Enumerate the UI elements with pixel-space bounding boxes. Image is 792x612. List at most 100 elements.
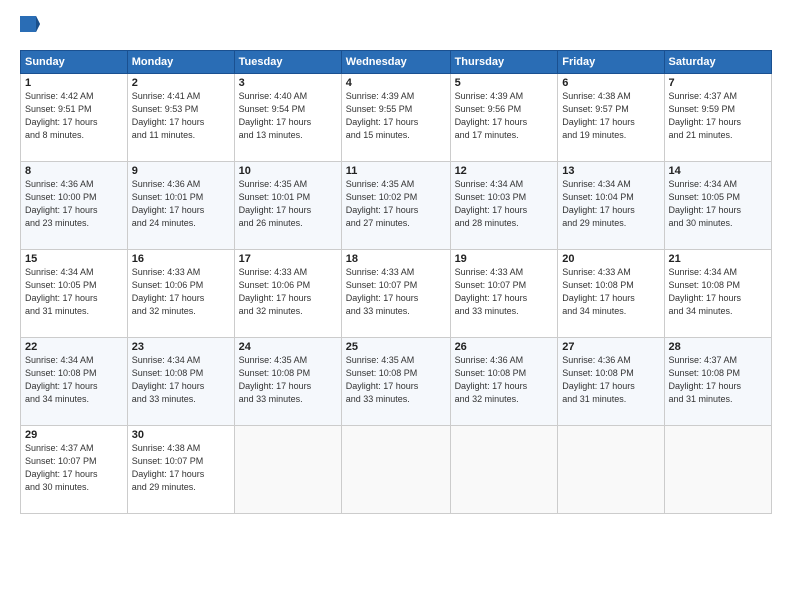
calendar-cell: 17Sunrise: 4:33 AM Sunset: 10:06 PM Dayl… [234, 250, 341, 338]
calendar-cell: 7Sunrise: 4:37 AM Sunset: 9:59 PM Daylig… [664, 74, 771, 162]
day-info: Sunrise: 4:34 AM Sunset: 10:05 PM Daylig… [25, 266, 123, 318]
day-info: Sunrise: 4:36 AM Sunset: 10:01 PM Daylig… [132, 178, 230, 230]
day-number: 24 [239, 341, 337, 353]
day-number: 9 [132, 165, 230, 177]
calendar-cell [450, 426, 558, 514]
day-info: Sunrise: 4:33 AM Sunset: 10:08 PM Daylig… [562, 266, 659, 318]
calendar-cell: 6Sunrise: 4:38 AM Sunset: 9:57 PM Daylig… [558, 74, 664, 162]
header-day: Wednesday [341, 51, 450, 74]
day-info: Sunrise: 4:39 AM Sunset: 9:56 PM Dayligh… [455, 90, 554, 142]
day-number: 17 [239, 253, 337, 265]
day-info: Sunrise: 4:33 AM Sunset: 10:06 PM Daylig… [239, 266, 337, 318]
calendar-cell: 3Sunrise: 4:40 AM Sunset: 9:54 PM Daylig… [234, 74, 341, 162]
day-number: 20 [562, 253, 659, 265]
day-number: 12 [455, 165, 554, 177]
day-info: Sunrise: 4:34 AM Sunset: 10:08 PM Daylig… [132, 354, 230, 406]
calendar-cell: 20Sunrise: 4:33 AM Sunset: 10:08 PM Dayl… [558, 250, 664, 338]
logo [20, 16, 44, 40]
day-info: Sunrise: 4:38 AM Sunset: 10:07 PM Daylig… [132, 442, 230, 494]
calendar-cell: 18Sunrise: 4:33 AM Sunset: 10:07 PM Dayl… [341, 250, 450, 338]
calendar-cell: 9Sunrise: 4:36 AM Sunset: 10:01 PM Dayli… [127, 162, 234, 250]
day-number: 22 [25, 341, 123, 353]
day-number: 28 [669, 341, 767, 353]
calendar-week: 8Sunrise: 4:36 AM Sunset: 10:00 PM Dayli… [21, 162, 772, 250]
calendar-cell: 1Sunrise: 4:42 AM Sunset: 9:51 PM Daylig… [21, 74, 128, 162]
day-info: Sunrise: 4:37 AM Sunset: 10:07 PM Daylig… [25, 442, 123, 494]
calendar-cell: 13Sunrise: 4:34 AM Sunset: 10:04 PM Dayl… [558, 162, 664, 250]
day-number: 11 [346, 165, 446, 177]
day-info: Sunrise: 4:35 AM Sunset: 10:02 PM Daylig… [346, 178, 446, 230]
calendar-cell: 21Sunrise: 4:34 AM Sunset: 10:08 PM Dayl… [664, 250, 771, 338]
day-number: 2 [132, 77, 230, 89]
day-number: 19 [455, 253, 554, 265]
day-info: Sunrise: 4:33 AM Sunset: 10:07 PM Daylig… [346, 266, 446, 318]
day-number: 6 [562, 77, 659, 89]
day-number: 25 [346, 341, 446, 353]
calendar-cell [664, 426, 771, 514]
day-number: 21 [669, 253, 767, 265]
header-day: Saturday [664, 51, 771, 74]
header-row: SundayMondayTuesdayWednesdayThursdayFrid… [21, 51, 772, 74]
day-info: Sunrise: 4:33 AM Sunset: 10:07 PM Daylig… [455, 266, 554, 318]
day-info: Sunrise: 4:39 AM Sunset: 9:55 PM Dayligh… [346, 90, 446, 142]
calendar-cell: 5Sunrise: 4:39 AM Sunset: 9:56 PM Daylig… [450, 74, 558, 162]
day-number: 7 [669, 77, 767, 89]
day-number: 15 [25, 253, 123, 265]
calendar-cell: 30Sunrise: 4:38 AM Sunset: 10:07 PM Dayl… [127, 426, 234, 514]
page: SundayMondayTuesdayWednesdayThursdayFrid… [0, 0, 792, 612]
header [20, 16, 772, 40]
calendar-cell: 14Sunrise: 4:34 AM Sunset: 10:05 PM Dayl… [664, 162, 771, 250]
header-day: Friday [558, 51, 664, 74]
day-number: 14 [669, 165, 767, 177]
calendar-cell: 25Sunrise: 4:35 AM Sunset: 10:08 PM Dayl… [341, 338, 450, 426]
day-info: Sunrise: 4:34 AM Sunset: 10:05 PM Daylig… [669, 178, 767, 230]
calendar-cell: 15Sunrise: 4:34 AM Sunset: 10:05 PM Dayl… [21, 250, 128, 338]
calendar-cell: 10Sunrise: 4:35 AM Sunset: 10:01 PM Dayl… [234, 162, 341, 250]
day-info: Sunrise: 4:33 AM Sunset: 10:06 PM Daylig… [132, 266, 230, 318]
day-number: 26 [455, 341, 554, 353]
calendar-cell: 11Sunrise: 4:35 AM Sunset: 10:02 PM Dayl… [341, 162, 450, 250]
calendar-cell: 12Sunrise: 4:34 AM Sunset: 10:03 PM Dayl… [450, 162, 558, 250]
calendar-week: 15Sunrise: 4:34 AM Sunset: 10:05 PM Dayl… [21, 250, 772, 338]
calendar-cell: 29Sunrise: 4:37 AM Sunset: 10:07 PM Dayl… [21, 426, 128, 514]
day-info: Sunrise: 4:36 AM Sunset: 10:00 PM Daylig… [25, 178, 123, 230]
day-info: Sunrise: 4:40 AM Sunset: 9:54 PM Dayligh… [239, 90, 337, 142]
day-info: Sunrise: 4:34 AM Sunset: 10:04 PM Daylig… [562, 178, 659, 230]
calendar-week: 1Sunrise: 4:42 AM Sunset: 9:51 PM Daylig… [21, 74, 772, 162]
day-number: 18 [346, 253, 446, 265]
calendar-cell: 8Sunrise: 4:36 AM Sunset: 10:00 PM Dayli… [21, 162, 128, 250]
day-info: Sunrise: 4:35 AM Sunset: 10:01 PM Daylig… [239, 178, 337, 230]
day-info: Sunrise: 4:35 AM Sunset: 10:08 PM Daylig… [239, 354, 337, 406]
day-info: Sunrise: 4:34 AM Sunset: 10:08 PM Daylig… [669, 266, 767, 318]
calendar-cell: 4Sunrise: 4:39 AM Sunset: 9:55 PM Daylig… [341, 74, 450, 162]
calendar-cell: 28Sunrise: 4:37 AM Sunset: 10:08 PM Dayl… [664, 338, 771, 426]
header-day: Thursday [450, 51, 558, 74]
day-info: Sunrise: 4:37 AM Sunset: 10:08 PM Daylig… [669, 354, 767, 406]
day-info: Sunrise: 4:42 AM Sunset: 9:51 PM Dayligh… [25, 90, 123, 142]
day-info: Sunrise: 4:38 AM Sunset: 9:57 PM Dayligh… [562, 90, 659, 142]
logo-icon [20, 16, 40, 40]
calendar-cell: 23Sunrise: 4:34 AM Sunset: 10:08 PM Dayl… [127, 338, 234, 426]
day-info: Sunrise: 4:36 AM Sunset: 10:08 PM Daylig… [455, 354, 554, 406]
day-number: 27 [562, 341, 659, 353]
header-day: Sunday [21, 51, 128, 74]
day-number: 29 [25, 429, 123, 441]
header-day: Tuesday [234, 51, 341, 74]
day-number: 8 [25, 165, 123, 177]
day-info: Sunrise: 4:35 AM Sunset: 10:08 PM Daylig… [346, 354, 446, 406]
day-number: 1 [25, 77, 123, 89]
calendar-cell: 24Sunrise: 4:35 AM Sunset: 10:08 PM Dayl… [234, 338, 341, 426]
calendar-cell: 22Sunrise: 4:34 AM Sunset: 10:08 PM Dayl… [21, 338, 128, 426]
calendar-week: 29Sunrise: 4:37 AM Sunset: 10:07 PM Dayl… [21, 426, 772, 514]
day-info: Sunrise: 4:36 AM Sunset: 10:08 PM Daylig… [562, 354, 659, 406]
day-info: Sunrise: 4:37 AM Sunset: 9:59 PM Dayligh… [669, 90, 767, 142]
day-number: 5 [455, 77, 554, 89]
day-number: 30 [132, 429, 230, 441]
day-number: 3 [239, 77, 337, 89]
calendar-cell: 2Sunrise: 4:41 AM Sunset: 9:53 PM Daylig… [127, 74, 234, 162]
calendar: SundayMondayTuesdayWednesdayThursdayFrid… [20, 50, 772, 514]
header-day: Monday [127, 51, 234, 74]
day-info: Sunrise: 4:34 AM Sunset: 10:08 PM Daylig… [25, 354, 123, 406]
day-number: 4 [346, 77, 446, 89]
calendar-cell [234, 426, 341, 514]
